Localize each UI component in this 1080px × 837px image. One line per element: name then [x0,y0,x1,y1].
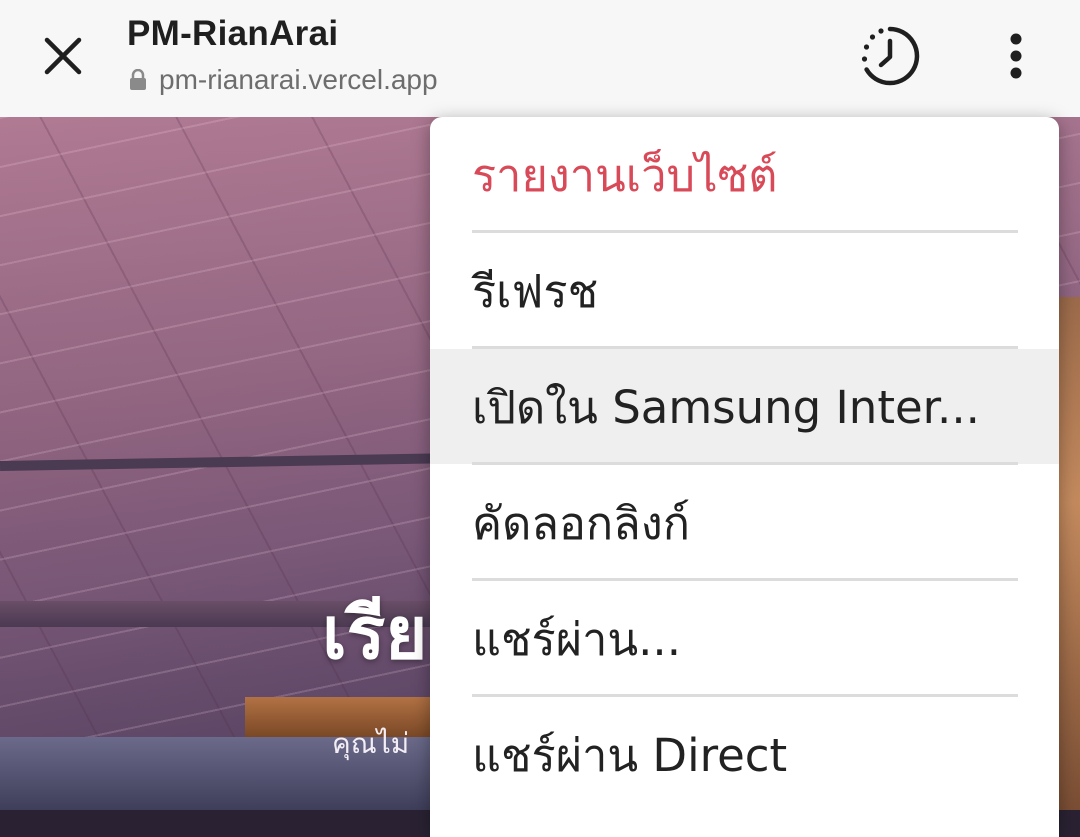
menu-item-share-via-direct[interactable]: แชร์ผ่าน Direct [430,697,1059,812]
menu-item-open-in-samsung-internet[interactable]: เปิดใน Samsung Inter... [430,349,1059,464]
wood-pillar [1059,297,1080,810]
url-display: pm-rianarai.vercel.app [129,64,438,96]
close-icon [44,37,82,75]
menu-item-label: แชร์ผ่าน... [472,612,682,666]
close-button[interactable] [30,26,96,86]
menu-item-report-site[interactable]: รายงานเว็บไซต์ [430,117,1059,232]
more-vertical-icon [1010,33,1022,79]
hero-subtitle: คุณไม่ [332,727,410,760]
browser-toolbar: PM-RianArai pm-rianarai.vercel.app [0,0,1080,117]
menu-item-label: คัดลอกลิงก์ [472,496,690,550]
menu-item-share-via[interactable]: แชร์ผ่าน... [430,581,1059,696]
page-title: PM-RianArai [127,14,339,53]
menu-item-label: เปิดใน Samsung Inter... [472,380,980,434]
menu-item-label: รีเฟรช [472,264,599,318]
url-text: pm-rianarai.vercel.app [159,64,438,95]
hero-title: เรีย [322,591,428,675]
history-button[interactable] [852,20,928,92]
more-options-button[interactable] [990,22,1042,90]
overflow-menu: รายงานเว็บไซต์ รีเฟรช เปิดใน Samsung Int… [430,117,1059,837]
menu-item-copy-link[interactable]: คัดลอกลิงก์ [430,465,1059,580]
lock-icon [129,69,147,91]
menu-item-refresh[interactable]: รีเฟรช [430,233,1059,348]
history-clock-icon [861,26,920,86]
menu-item-label: แชร์ผ่าน Direct [472,728,788,782]
menu-item-label: รายงานเว็บไซต์ [472,148,778,202]
